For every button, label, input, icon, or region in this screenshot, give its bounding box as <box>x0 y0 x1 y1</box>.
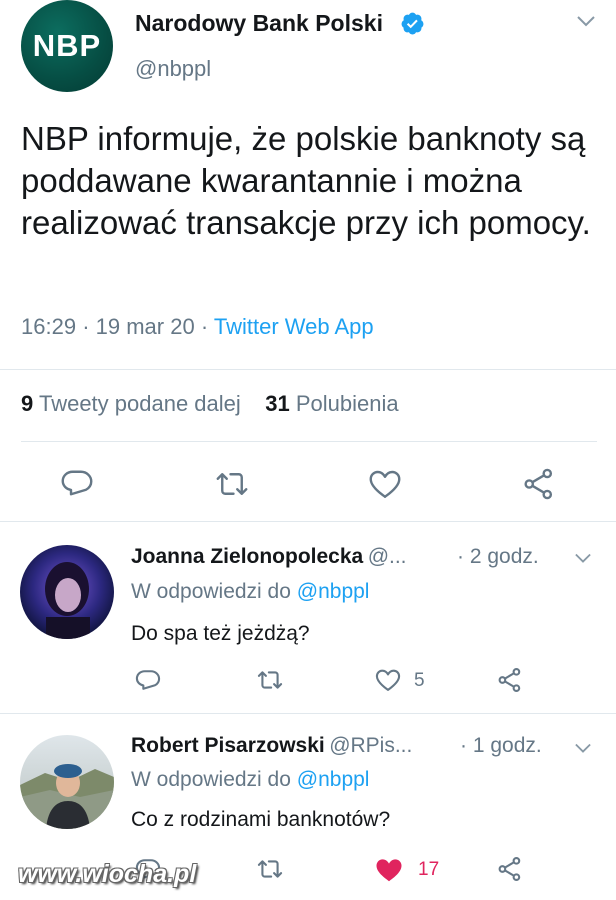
watermark: www.wiocha.pl <box>18 860 197 888</box>
reply-avatar-image <box>20 735 114 829</box>
tweet-time: 16:29 <box>21 314 77 339</box>
reply-avatar[interactable] <box>20 545 114 639</box>
reply-author-handle[interactable]: @... <box>368 545 407 568</box>
retweet-icon[interactable] <box>256 666 284 694</box>
avatar[interactable]: NBP <box>21 0 113 92</box>
share-icon[interactable] <box>496 855 524 883</box>
divider <box>0 713 616 714</box>
retweets-label: Tweety podane dalej <box>38 391 241 416</box>
reply-to-line: W odpowiedzi do @nbppl <box>131 580 369 604</box>
avatar-logo-text: NBP <box>32 28 102 63</box>
retweets-stat[interactable]: 9 Tweety podane dalej <box>21 391 241 416</box>
divider <box>21 441 597 442</box>
chevron-down-icon[interactable] <box>572 550 594 566</box>
share-icon[interactable] <box>496 666 524 694</box>
verified-icon <box>401 12 424 35</box>
author-name[interactable]: Narodowy Bank Polski <box>135 10 383 37</box>
likes-count: 31 <box>265 391 290 416</box>
like-icon[interactable] <box>374 666 402 694</box>
reply-avatar-image <box>20 545 114 639</box>
likes-stat[interactable]: 31 Polubienia <box>265 391 398 416</box>
tweet-meta: 16:29 · 19 mar 20 · Twitter Web App <box>21 314 374 340</box>
like-count: 17 <box>418 859 440 880</box>
reply-to-handle[interactable]: @nbppl <box>297 580 370 603</box>
tweet-date[interactable]: 19 mar 20 <box>96 314 195 339</box>
tweet-stats: 9 Tweety podane dalej 31 Polubienia <box>21 391 399 417</box>
tweet-source[interactable]: Twitter Web App <box>214 314 374 339</box>
like-icon[interactable] <box>367 466 403 502</box>
like-count: 5 <box>414 670 425 691</box>
retweet-icon[interactable] <box>214 466 250 502</box>
reply-text: Do spa też jeżdżą? <box>131 622 310 645</box>
reply-author-handle[interactable]: @RPis... <box>329 734 412 757</box>
reply-age[interactable]: · 2 godz. <box>457 545 539 569</box>
reply-header: Joanna Zielonopolecka @... <box>131 545 407 569</box>
meta-separator: · <box>82 314 90 339</box>
retweets-count: 9 <box>21 391 34 416</box>
reply-header: Robert Pisarzowski @RPis... <box>131 734 412 758</box>
chevron-down-icon[interactable] <box>574 12 598 30</box>
divider <box>0 369 616 370</box>
reply-to-prefix: W odpowiedzi do <box>131 580 291 603</box>
share-icon[interactable] <box>521 466 557 502</box>
retweet-icon[interactable] <box>256 855 284 883</box>
reply-to-line: W odpowiedzi do @nbppl <box>131 768 369 792</box>
likes-label: Polubienia <box>295 391 399 416</box>
tweet-text: NBP informuje, że polskie banknoty są po… <box>21 120 591 241</box>
reply-to-prefix: W odpowiedzi do <box>131 768 291 791</box>
reply-avatar[interactable] <box>20 735 114 829</box>
author-handle[interactable]: @nbppl <box>135 56 211 82</box>
reply-icon[interactable] <box>134 666 162 694</box>
meta-separator: · <box>200 314 209 339</box>
reply-to-handle[interactable]: @nbppl <box>297 768 370 791</box>
reply-author-name[interactable]: Joanna Zielonopolecka <box>131 545 363 568</box>
reply-age[interactable]: · 1 godz. <box>460 734 542 758</box>
reply-text: Co z rodzinami banknotów? <box>131 808 391 831</box>
reply-author-name[interactable]: Robert Pisarzowski <box>131 734 325 757</box>
divider <box>0 521 616 522</box>
like-icon-filled[interactable] <box>374 855 404 885</box>
chevron-down-icon[interactable] <box>572 740 594 756</box>
reply-icon[interactable] <box>59 465 95 501</box>
